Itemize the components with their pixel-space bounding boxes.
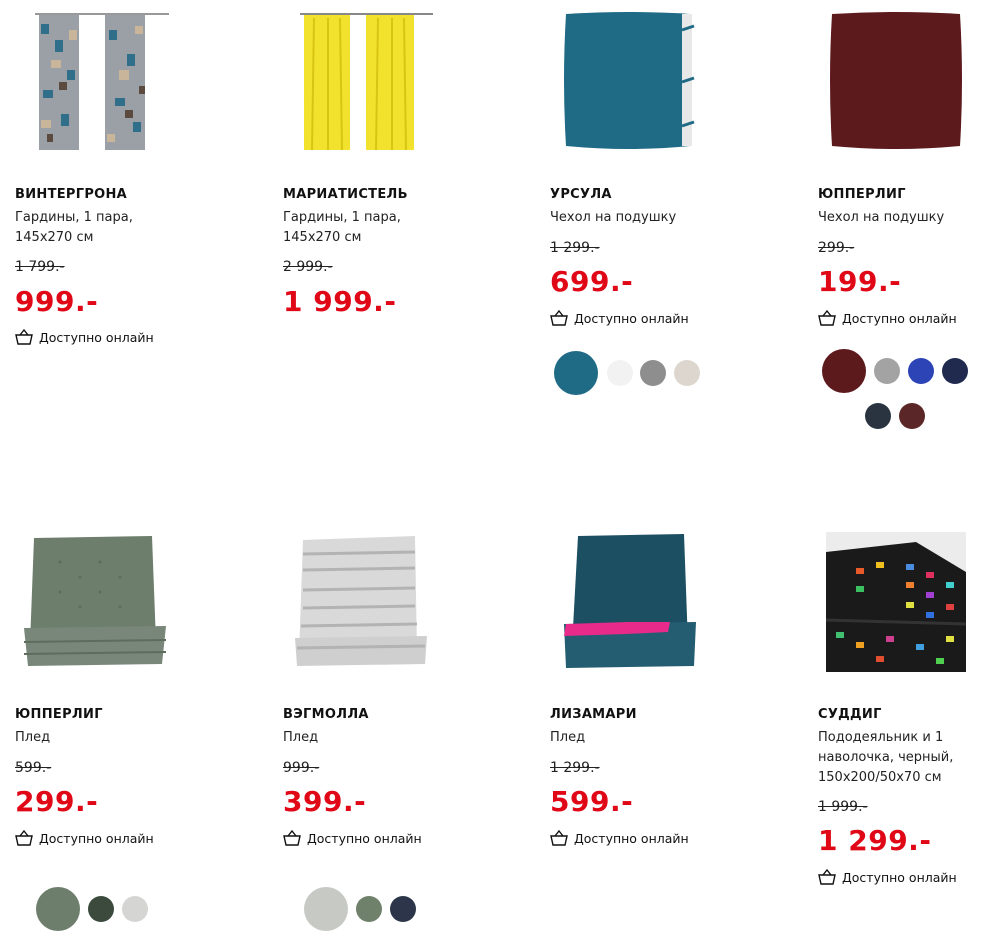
price: 599.-: [550, 785, 634, 818]
color-swatch[interactable]: [88, 896, 114, 922]
availability: Доступно онлайн: [15, 830, 154, 846]
basket-icon: [550, 310, 568, 326]
product-card[interactable]: ЛИЗАМАРИ Плед 1 299.- 599.- Доступно онл…: [550, 520, 790, 949]
product-image[interactable]: [826, 10, 966, 152]
product-name[interactable]: ЛИЗАМАРИ: [550, 707, 637, 722]
product-image[interactable]: [300, 10, 435, 155]
product-name[interactable]: УРСУЛА: [550, 187, 612, 202]
price: 1 299.-: [818, 824, 932, 857]
product-description: Плед: [15, 730, 51, 745]
product-card[interactable]: МАРИАТИСТЕЛЬ Гардины, 1 пара, 145x270 см…: [283, 0, 523, 470]
product-description: Чехол на подушку: [550, 210, 677, 225]
product-name[interactable]: ЮППЕРЛИГ: [818, 187, 906, 202]
product-name[interactable]: СУДДИГ: [818, 707, 882, 722]
color-swatch-selected[interactable]: [822, 349, 866, 393]
price: 1 999.-: [283, 285, 397, 318]
product-name[interactable]: ЮППЕРЛИГ: [15, 707, 103, 722]
price: 999.-: [15, 285, 99, 318]
product-description: Гардины, 1 пара, 145x270 см: [283, 210, 401, 245]
product-card[interactable]: ВЭГМОЛЛА Плед 999.- 399.- Доступно онлай…: [283, 520, 523, 949]
color-swatch[interactable]: [865, 403, 891, 429]
product-image[interactable]: [560, 532, 700, 672]
product-name[interactable]: ВЭГМОЛЛА: [283, 707, 369, 722]
product-card[interactable]: ЮППЕРЛИГ Чехол на подушку 299.- 199.- До…: [818, 0, 990, 470]
old-price: 1 999.-: [818, 799, 868, 815]
color-swatch[interactable]: [607, 360, 633, 386]
basket-icon: [818, 310, 836, 326]
product-image[interactable]: [826, 532, 966, 672]
old-price: 599.-: [15, 760, 52, 776]
price: 699.-: [550, 265, 634, 298]
color-swatch-selected[interactable]: [554, 351, 598, 395]
price: 299.-: [15, 785, 99, 818]
color-swatch-selected[interactable]: [36, 887, 80, 931]
product-name[interactable]: МАРИАТИСТЕЛЬ: [283, 187, 408, 202]
product-name[interactable]: ВИНТЕРГРОНА: [15, 187, 127, 202]
product-description: Плед: [550, 730, 586, 745]
availability: Доступно онлайн: [550, 830, 689, 846]
availability: Доступно онлайн: [818, 869, 957, 885]
product-card[interactable]: СУДДИГ Пододеяльник и 1 наволочка, черны…: [818, 520, 990, 949]
old-price: 2 999.-: [283, 259, 333, 275]
color-swatch[interactable]: [942, 358, 968, 384]
product-description: Чехол на подушку: [818, 210, 945, 225]
basket-icon: [15, 830, 33, 846]
color-swatch[interactable]: [122, 896, 148, 922]
color-swatch-selected[interactable]: [304, 887, 348, 931]
product-description: Пододеяльник и 1 наволочка, черный, 150x…: [818, 730, 954, 785]
availability: Доступно онлайн: [283, 830, 422, 846]
product-description: Плед: [283, 730, 319, 745]
color-swatch[interactable]: [899, 403, 925, 429]
old-price: 1 299.-: [550, 760, 600, 776]
availability: Доступно онлайн: [15, 329, 154, 345]
color-swatch[interactable]: [908, 358, 934, 384]
product-image[interactable]: [35, 10, 170, 155]
old-price: 299.-: [818, 240, 855, 256]
product-description: Гардины, 1 пара, 145x270 см: [15, 210, 133, 245]
color-swatch[interactable]: [356, 896, 382, 922]
product-image[interactable]: [560, 10, 700, 152]
product-image[interactable]: [20, 532, 170, 672]
product-card[interactable]: ЮППЕРЛИГ Плед 599.- 299.- Доступно онлай…: [15, 520, 255, 949]
basket-icon: [283, 830, 301, 846]
product-image[interactable]: [291, 534, 431, 670]
old-price: 1 799.-: [15, 259, 65, 275]
old-price: 1 299.-: [550, 240, 600, 256]
availability: Доступно онлайн: [550, 310, 689, 326]
color-swatch[interactable]: [390, 896, 416, 922]
color-swatch[interactable]: [674, 360, 700, 386]
basket-icon: [818, 869, 836, 885]
basket-icon: [550, 830, 568, 846]
price: 399.-: [283, 785, 367, 818]
old-price: 999.-: [283, 760, 320, 776]
color-swatch[interactable]: [874, 358, 900, 384]
product-card[interactable]: ВИНТЕРГРОНА Гардины, 1 пара, 145x270 см …: [15, 0, 255, 470]
price: 199.-: [818, 265, 902, 298]
availability: Доступно онлайн: [818, 310, 957, 326]
color-swatch[interactable]: [640, 360, 666, 386]
product-card[interactable]: УРСУЛА Чехол на подушку 1 299.- 699.- До…: [550, 0, 790, 470]
basket-icon: [15, 329, 33, 345]
